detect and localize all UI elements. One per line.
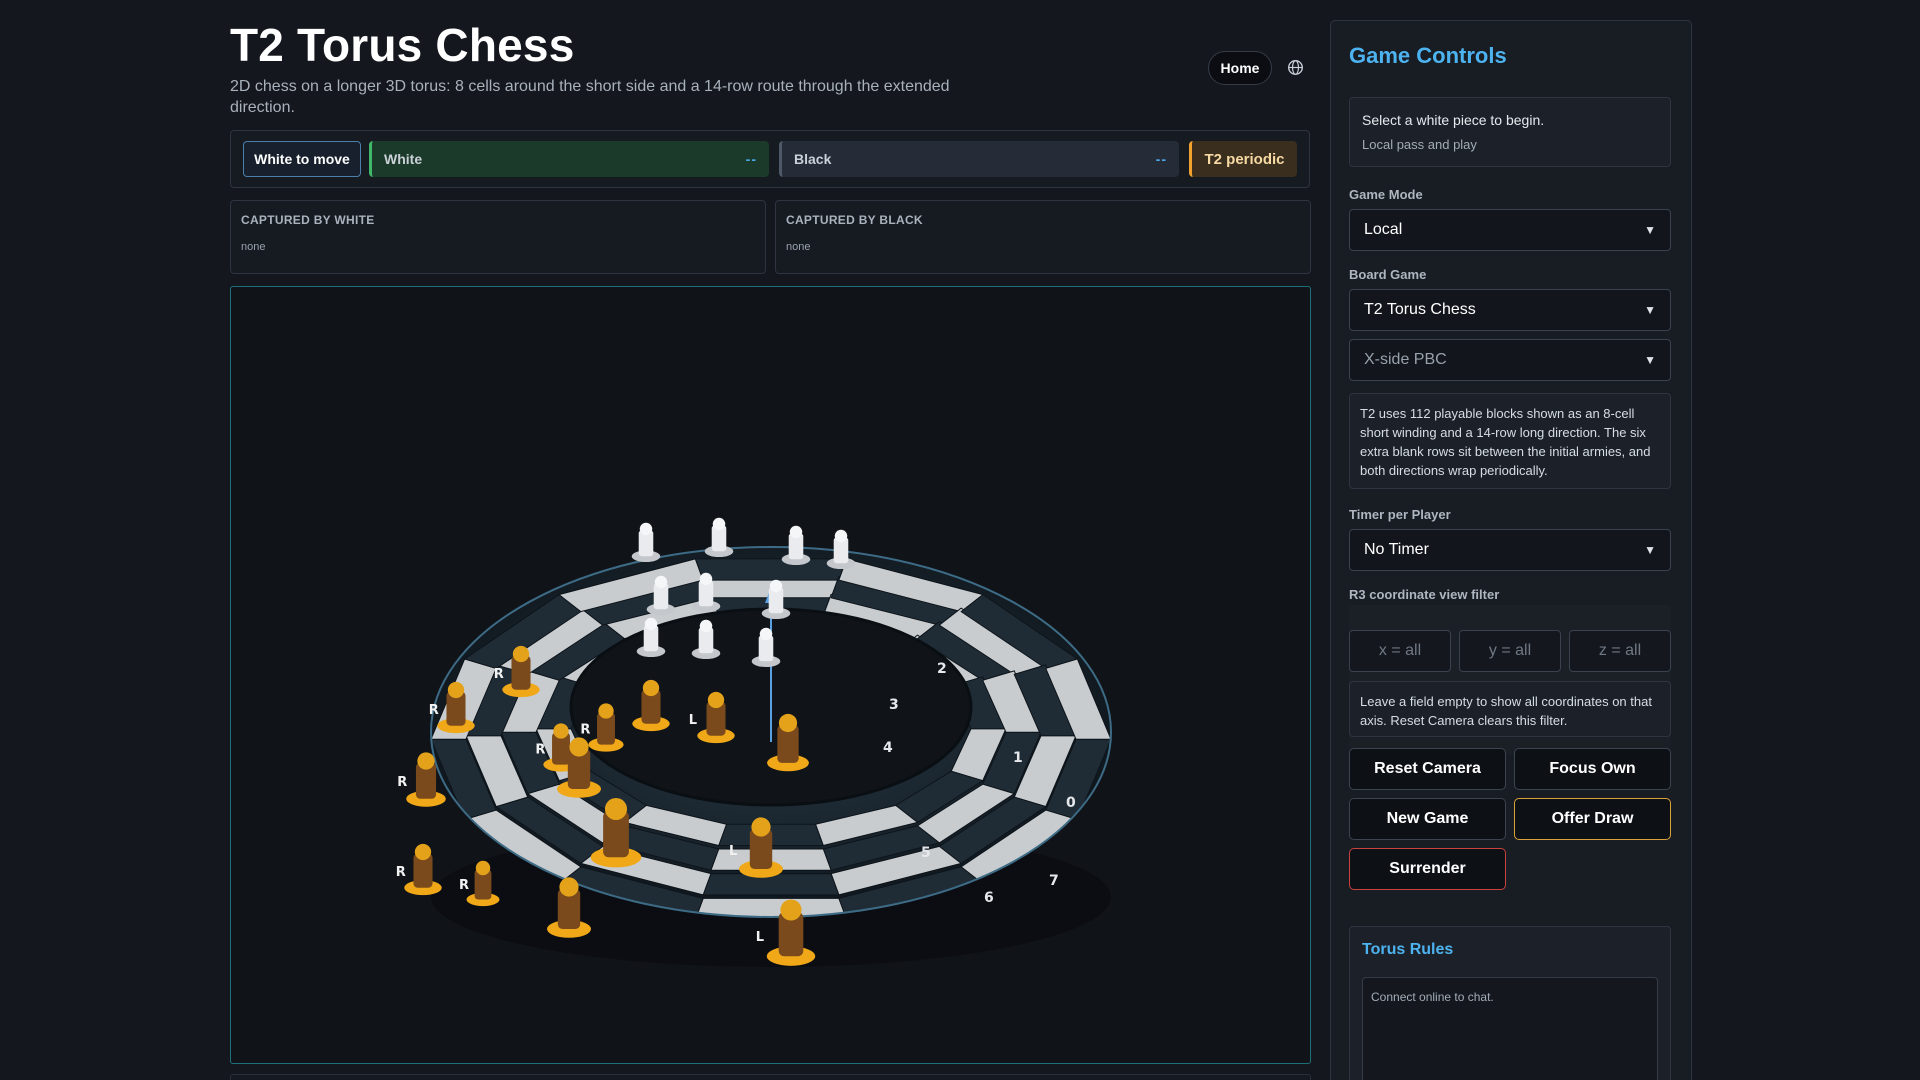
torus-rules-panel: Torus Rules Connect online to chat. xyxy=(1349,926,1671,1080)
piece-label: R xyxy=(429,703,439,718)
piece-label: R xyxy=(396,865,406,880)
timer-value: No Timer xyxy=(1364,541,1429,558)
boundary-select[interactable]: X-side PBC ▼ xyxy=(1349,339,1671,381)
board-game-value: T2 Torus Chess xyxy=(1364,301,1476,318)
captured-by-black-panel: CAPTURED BY BLACK none xyxy=(775,200,1311,274)
page-subtitle: 2D chess on a longer 3D torus: 8 cells a… xyxy=(230,78,950,116)
globe-icon[interactable] xyxy=(1287,59,1304,76)
chevron-down-icon: ▼ xyxy=(1644,353,1656,367)
board-game-select[interactable]: T2 Torus Chess ▼ xyxy=(1349,289,1671,331)
reset-camera-button[interactable]: Reset Camera xyxy=(1349,748,1506,790)
new-game-button[interactable]: New Game xyxy=(1349,798,1506,840)
filter-info-box: Leave a field empty to show all coordina… xyxy=(1349,681,1671,737)
captured-by-black-title: CAPTURED BY BLACK xyxy=(786,213,923,227)
cell-label: 1 xyxy=(1013,750,1023,766)
board-cell[interactable] xyxy=(702,873,840,896)
boundary-value: X-side PBC xyxy=(1364,351,1447,368)
cell-label: 0 xyxy=(1066,795,1076,811)
black-piece[interactable] xyxy=(767,713,809,772)
board-game-label: Board Game xyxy=(1349,267,1427,282)
chevron-down-icon: ▼ xyxy=(1644,303,1656,317)
status-message-box: Select a white piece to begin. Local pas… xyxy=(1349,97,1671,167)
board-info-box: T2 uses 112 playable blocks shown as an … xyxy=(1349,393,1671,489)
page-title: T2 Torus Chess xyxy=(230,19,575,71)
white-piece[interactable] xyxy=(781,525,811,566)
turn-indicator: White to move xyxy=(243,141,361,177)
status-message-sub: Local pass and play xyxy=(1362,137,1477,152)
game-mode-select[interactable]: Local ▼ xyxy=(1349,209,1671,251)
mode-badge: T2 periodic xyxy=(1189,141,1297,177)
offer-draw-button[interactable]: Offer Draw xyxy=(1514,798,1671,840)
piece-label: L xyxy=(729,844,737,859)
black-player-label: Black xyxy=(794,151,832,167)
board-viewport[interactable]: R R R R R L L R R L 0 1 2 3 4 5 6 7 xyxy=(230,286,1311,1064)
chevron-down-icon: ▼ xyxy=(1644,543,1656,557)
torus-rules-title: Torus Rules xyxy=(1362,941,1454,958)
surrender-button[interactable]: Surrender xyxy=(1349,848,1506,890)
piece-label: R xyxy=(535,742,545,757)
piece-label: L xyxy=(689,713,697,728)
white-piece[interactable] xyxy=(751,627,781,668)
piece-label: R xyxy=(580,722,590,737)
piece-label: R xyxy=(397,775,407,790)
white-piece[interactable] xyxy=(704,517,734,558)
captured-by-white-title: CAPTURED BY WHITE xyxy=(241,213,375,227)
black-piece[interactable] xyxy=(632,679,670,732)
piece-label: L xyxy=(756,930,764,945)
timer-select[interactable]: No Timer ▼ xyxy=(1349,529,1671,571)
chevron-down-icon: ▼ xyxy=(1644,223,1656,237)
white-piece[interactable] xyxy=(631,522,661,563)
game-controls-title: Game Controls xyxy=(1349,43,1507,68)
filter-y-input[interactable]: y = all xyxy=(1459,630,1561,672)
board-cell[interactable] xyxy=(694,558,848,581)
bottom-strip xyxy=(230,1074,1311,1080)
focus-own-button[interactable]: Focus Own xyxy=(1514,748,1671,790)
cell-label: 4 xyxy=(883,740,893,756)
captured-by-white-panel: CAPTURED BY WHITE none xyxy=(230,200,766,274)
cell-label: 2 xyxy=(937,661,947,677)
white-piece[interactable] xyxy=(691,619,721,660)
filter-z-input[interactable]: z = all xyxy=(1569,630,1671,672)
black-piece[interactable]: R xyxy=(396,843,442,896)
white-player-label: White xyxy=(384,151,423,167)
piece-label: R xyxy=(459,878,469,893)
captured-by-black-value: none xyxy=(786,241,811,253)
status-bar: White to move White -- Black -- T2 perio… xyxy=(230,130,1310,188)
coordinate-filter-label: R3 coordinate view filter xyxy=(1349,587,1500,602)
cell-label: 7 xyxy=(1049,873,1059,889)
game-mode-label: Game Mode xyxy=(1349,187,1423,202)
chat-area[interactable]: Connect online to chat. xyxy=(1362,977,1658,1080)
white-player-panel: White -- xyxy=(369,141,769,177)
captured-by-white-value: none xyxy=(241,241,266,253)
cell-label: 3 xyxy=(889,697,899,713)
game-controls-panel: Game Controls Select a white piece to be… xyxy=(1330,20,1692,1080)
status-message: Select a white piece to begin. xyxy=(1362,112,1545,128)
filter-x-input[interactable]: x = all xyxy=(1349,630,1451,672)
black-piece[interactable]: L xyxy=(689,691,735,744)
white-timer: -- xyxy=(745,151,757,167)
black-timer: -- xyxy=(1155,151,1167,167)
black-player-panel: Black -- xyxy=(779,141,1179,177)
game-mode-value: Local xyxy=(1364,221,1403,238)
home-button[interactable]: Home xyxy=(1208,51,1272,85)
cell-label: 5 xyxy=(921,845,931,861)
cell-label: 6 xyxy=(984,890,994,906)
piece-label: R xyxy=(494,667,504,682)
timer-label: Timer per Player xyxy=(1349,507,1451,522)
torus-board[interactable]: R R R R R L L R R L 0 1 2 3 4 5 6 7 xyxy=(231,287,1311,1064)
